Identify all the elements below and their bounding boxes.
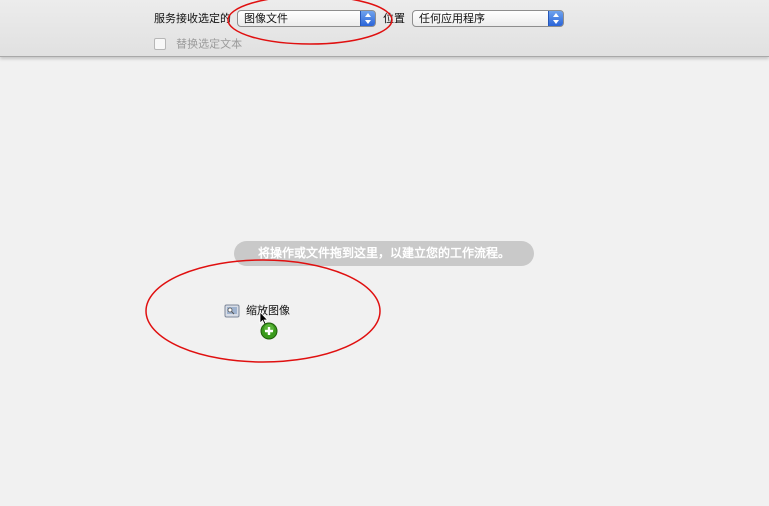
annotation-ellipse-top [227,0,393,45]
workflow-area[interactable]: 将操作或文件拖到这里，以建立您的工作流程。 缩放图像 [0,57,769,506]
annotation-ellipse-drag [145,259,381,363]
application-popup[interactable]: 任何应用程序 [412,10,564,27]
service-receives-label: 服务接收选定的 [154,12,231,25]
popup-arrows-icon [548,11,563,26]
application-value: 任何应用程序 [419,12,485,25]
replace-selected-text-checkbox[interactable] [154,37,166,50]
